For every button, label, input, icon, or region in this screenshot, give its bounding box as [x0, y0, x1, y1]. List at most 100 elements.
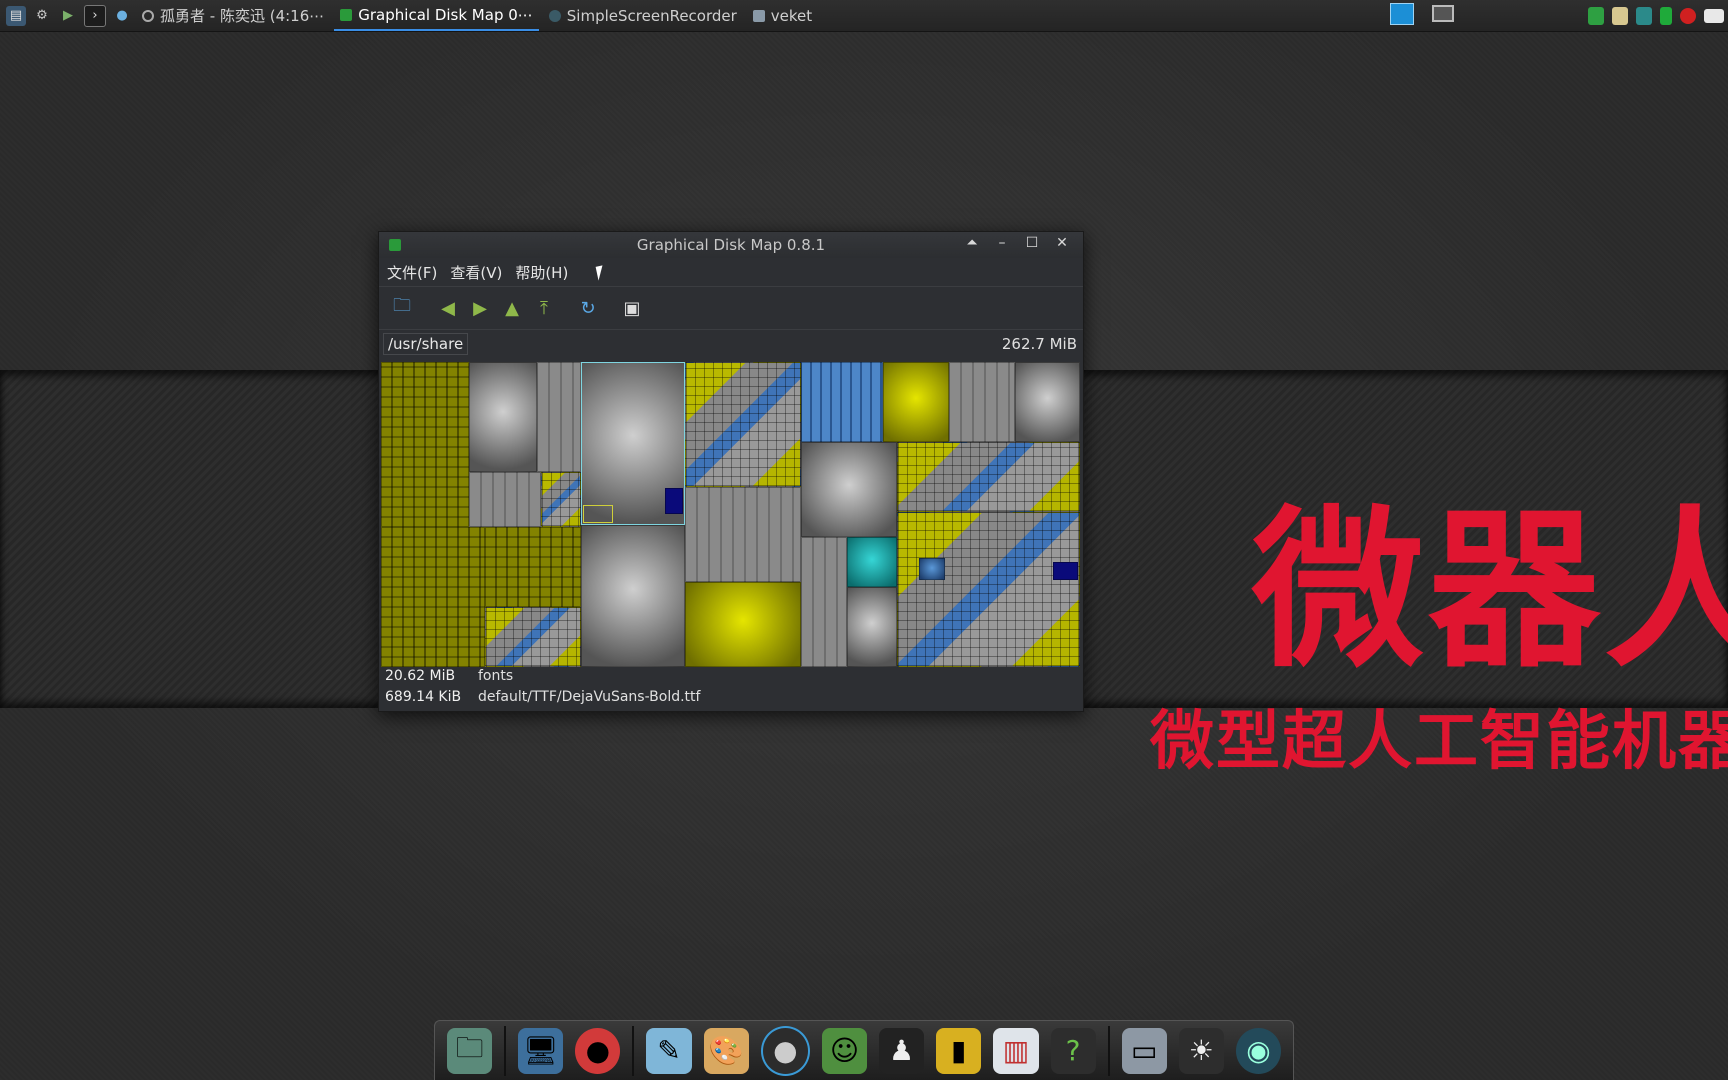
- disk-map-window: Graphical Disk Map 0.8.1 ⏶ – ☐ ✕ 文件(F) 查…: [378, 231, 1084, 712]
- status-bar: 20.62 MiB fonts 689.14 KiB default/TTF/D…: [379, 663, 1083, 711]
- taskbar-item-label: SimpleScreenRecorder: [566, 6, 737, 25]
- treemap-block[interactable]: [883, 362, 949, 442]
- paint-icon[interactable]: 🎨: [703, 1027, 749, 1074]
- treemap-block[interactable]: [581, 525, 685, 667]
- run-icon[interactable]: ▶: [58, 6, 78, 26]
- keyboard-icon[interactable]: [1704, 8, 1724, 23]
- treemap-block[interactable]: [801, 362, 883, 442]
- treemap-block[interactable]: [485, 607, 581, 667]
- treemap-block[interactable]: [919, 558, 945, 580]
- maximize-button[interactable]: ☐: [1017, 235, 1047, 251]
- record-icon[interactable]: [1680, 7, 1696, 24]
- music-icon: [142, 9, 154, 22]
- taskbar-item-veket[interactable]: veket: [747, 0, 818, 31]
- treemap-block[interactable]: [469, 472, 541, 527]
- dock-separator: [1107, 1025, 1110, 1076]
- wallpaper-brand-subtitle: 微型超人工智能机器: [1150, 705, 1728, 779]
- treemap-block[interactable]: [897, 442, 1080, 512]
- menubar: 文件(F) 查看(V) 帮助(H): [379, 258, 1083, 286]
- taskbar-item-label: veket: [770, 6, 813, 25]
- treemap-block[interactable]: [541, 472, 581, 527]
- dock: 🗀 🖥 ● ✎ 🎨 ● ☺ ♟ ▮ ▥ ? ▭ ☀ ◉: [434, 1020, 1294, 1080]
- treemap-block[interactable]: [469, 362, 537, 472]
- chart-icon[interactable]: ▥: [993, 1027, 1039, 1074]
- treemap-block[interactable]: [1053, 562, 1078, 580]
- view-mode-icon[interactable]: ▣: [619, 295, 645, 321]
- taskbar-item-music[interactable]: 孤勇者 - 陈奕迅 (4:16⋯: [136, 0, 330, 31]
- taskbar-item-screen-recorder[interactable]: SimpleScreenRecorder: [543, 0, 743, 31]
- editor-icon[interactable]: ✎: [646, 1027, 692, 1074]
- treemap-block[interactable]: [685, 362, 801, 487]
- workspace-indicator[interactable]: [1390, 3, 1414, 25]
- taskbar-item-label: 孤勇者 - 陈奕迅 (4:16⋯: [160, 7, 325, 25]
- penguin-icon[interactable]: ♟: [879, 1027, 925, 1074]
- settings-wrench-icon[interactable]: ⚙: [32, 6, 52, 26]
- treemap-block[interactable]: [537, 362, 581, 472]
- treemap-block[interactable]: [801, 537, 847, 667]
- terminal-icon[interactable]: ›: [84, 4, 106, 27]
- taskbar-item-label: Graphical Disk Map 0⋯: [358, 5, 533, 24]
- menu-help[interactable]: 帮助(H): [515, 262, 568, 283]
- drive-icon[interactable]: ▭: [1121, 1027, 1167, 1074]
- monitor-icon[interactable]: 🖥: [518, 1027, 564, 1074]
- treemap-block[interactable]: [949, 362, 1015, 442]
- menu-file[interactable]: 文件(F): [387, 262, 437, 283]
- help-icon[interactable]: ?: [1050, 1027, 1096, 1074]
- treemap-block[interactable]: [685, 582, 801, 667]
- system-monitor-icon[interactable]: ▤: [6, 5, 26, 26]
- camera-icon[interactable]: ◉: [1235, 1027, 1282, 1074]
- file-manager-icon[interactable]: 🗀: [447, 1027, 493, 1074]
- treemap-block[interactable]: [485, 527, 581, 607]
- status-row-file: 689.14 KiB default/TTF/DejaVuSans-Bold.t…: [385, 686, 1077, 707]
- treemap-block[interactable]: [381, 362, 469, 527]
- status-size: 20.62 MiB: [385, 667, 456, 684]
- status-row-directory: 20.62 MiB fonts: [385, 665, 1077, 686]
- top-icon[interactable]: ⤒: [531, 295, 557, 321]
- path-bar: /usr/share 262.7 MiB: [379, 330, 1083, 358]
- folder-icon: [752, 9, 765, 22]
- dock-separator: [632, 1025, 635, 1076]
- window-titlebar[interactable]: Graphical Disk Map 0.8.1 ⏶ – ☐ ✕: [379, 232, 1083, 258]
- book-icon[interactable]: ▮: [936, 1027, 982, 1074]
- dock-separator: [504, 1025, 507, 1076]
- shade-button[interactable]: ⏶: [957, 235, 987, 251]
- forward-icon[interactable]: ▶: [467, 295, 493, 321]
- treemap-block-selected-file[interactable]: [583, 505, 613, 523]
- treemap-block[interactable]: [381, 527, 485, 667]
- status-name: default/TTF/DejaVuSans-Bold.ttf: [478, 688, 701, 705]
- brightness-icon[interactable]: ☀: [1178, 1027, 1224, 1074]
- clipboard-icon[interactable]: [1612, 6, 1628, 25]
- minimize-button[interactable]: –: [987, 235, 1017, 251]
- back-icon[interactable]: ◀: [435, 295, 461, 321]
- media-player-icon[interactable]: ●: [760, 1025, 810, 1076]
- chat-users-icon[interactable]: ☺: [821, 1027, 868, 1074]
- up-icon[interactable]: ▲: [499, 295, 525, 321]
- disk-map-icon: [340, 8, 353, 21]
- open-folder-icon[interactable]: 🗀: [389, 295, 415, 321]
- network-icon[interactable]: [1636, 6, 1652, 25]
- system-tray: [1588, 0, 1728, 31]
- recorder-icon: [548, 9, 561, 22]
- close-button[interactable]: ✕: [1047, 235, 1077, 251]
- battery-icon[interactable]: [1660, 6, 1672, 25]
- treemap-block[interactable]: [1015, 362, 1080, 442]
- browser-globe-icon[interactable]: ●: [112, 6, 132, 26]
- taskbar-item-disk-map[interactable]: Graphical Disk Map 0⋯: [334, 0, 539, 31]
- pet-icon[interactable]: ●: [575, 1027, 621, 1074]
- current-path[interactable]: /usr/share: [383, 333, 469, 355]
- treemap-block[interactable]: [847, 587, 897, 667]
- status-name: fonts: [478, 667, 514, 684]
- treemap-block[interactable]: [897, 512, 1080, 667]
- treemap-block[interactable]: [665, 488, 683, 514]
- shield-icon[interactable]: [1588, 6, 1604, 25]
- treemap[interactable]: [381, 362, 1080, 667]
- show-desktop-icon[interactable]: [1432, 5, 1454, 22]
- treemap-block[interactable]: [685, 487, 801, 582]
- menu-view[interactable]: 查看(V): [450, 262, 502, 283]
- toolbar: 🗀 ◀ ▶ ▲ ⤒ ↻ ▣: [379, 286, 1083, 330]
- treemap-block[interactable]: [847, 537, 897, 587]
- status-size: 689.14 KiB: [385, 688, 462, 705]
- treemap-block[interactable]: [801, 442, 897, 537]
- top-panel: ▤ ⚙ ▶ › ● 孤勇者 - 陈奕迅 (4:16⋯ Graphical Dis…: [0, 0, 1728, 32]
- refresh-icon[interactable]: ↻: [575, 295, 601, 321]
